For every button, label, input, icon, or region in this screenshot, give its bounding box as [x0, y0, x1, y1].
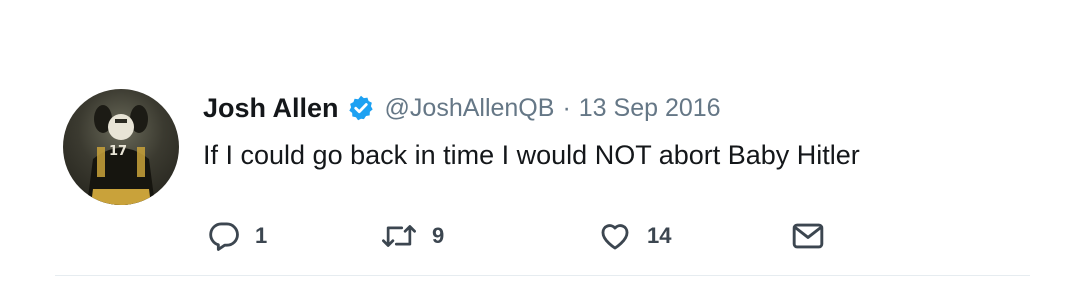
header-separator: ·: [562, 93, 571, 122]
tweet-header: Josh Allen @JoshAllenQB · 13 Sep 2016: [203, 88, 721, 128]
author-handle[interactable]: @JoshAllenQB: [385, 94, 555, 123]
tweet-card[interactable]: 17 Josh Allen @JoshAllenQB · 13 Sep 2016…: [0, 0, 1080, 288]
avatar-image: 17: [87, 105, 155, 205]
like-count: 14: [647, 223, 672, 248]
reply-icon: [207, 219, 241, 253]
direct-message-button[interactable]: [790, 218, 826, 254]
retweet-count: 9: [432, 223, 445, 248]
envelope-icon: [790, 220, 826, 252]
author-name[interactable]: Josh Allen: [203, 93, 339, 124]
avatar[interactable]: 17: [63, 89, 179, 205]
tweet-divider: [55, 275, 1030, 276]
heart-icon: [597, 219, 633, 253]
reply-button[interactable]: 1: [207, 218, 267, 254]
verified-badge-icon: [347, 94, 375, 122]
like-button[interactable]: 14: [597, 218, 671, 254]
retweet-button[interactable]: 9: [380, 218, 444, 254]
avatar-jersey-number: 17: [109, 144, 127, 159]
retweet-icon: [380, 219, 418, 253]
tweet-date[interactable]: 13 Sep 2016: [579, 94, 721, 123]
tweet-text: If I could go back in time I would NOT a…: [203, 140, 860, 170]
reply-count: 1: [255, 223, 268, 248]
